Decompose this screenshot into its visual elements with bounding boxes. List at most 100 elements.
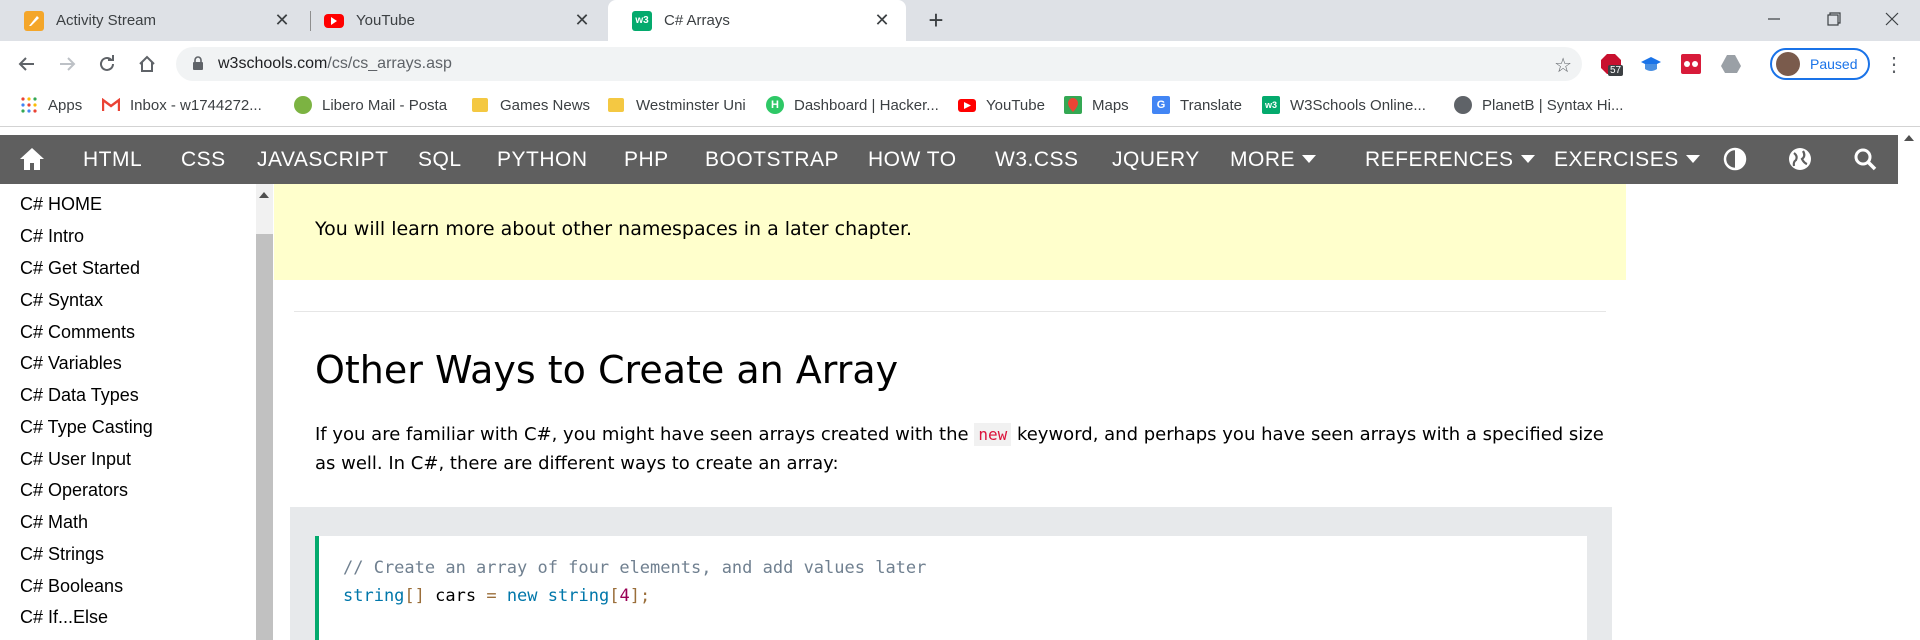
bookmarks-bar: Apps Inbox - w1744272... Libero Mail - P… xyxy=(0,87,1920,127)
nav-how-to[interactable]: HOW TO xyxy=(868,135,957,184)
page-scrollbar[interactable] xyxy=(1898,127,1920,640)
nav-python[interactable]: PYTHON xyxy=(497,135,588,184)
bookmark-star-icon[interactable]: ☆ xyxy=(1554,53,1572,78)
bookmark-folder-westminster[interactable]: Westminster Uni xyxy=(608,87,746,123)
sidebar-item-variables[interactable]: C# Variables xyxy=(20,353,122,374)
info-note: You will learn more about other namespac… xyxy=(274,184,1626,280)
profile-status: Paused xyxy=(1810,56,1858,72)
bookmark-label: PlanetB | Syntax Hi... xyxy=(1482,96,1624,114)
adblock-extension-icon[interactable]: 57 xyxy=(1600,53,1624,76)
bookmark-label: Westminster Uni xyxy=(636,96,746,114)
tab-title: YouTube xyxy=(356,12,415,29)
contrast-icon[interactable] xyxy=(1723,147,1749,173)
caret-down-icon xyxy=(1302,155,1316,163)
address-bar[interactable]: w3schools.com/cs/cs_arrays.asp ☆ xyxy=(176,47,1582,81)
nav-bootstrap[interactable]: BOOTSTRAP xyxy=(705,135,839,184)
w3schools-icon: w3 xyxy=(1262,96,1280,114)
nav-more[interactable]: MORE xyxy=(1230,135,1316,184)
profile-button[interactable]: Paused xyxy=(1770,48,1870,80)
nav-jquery[interactable]: JQUERY xyxy=(1112,135,1200,184)
nav-exercises[interactable]: EXERCISES xyxy=(1554,135,1700,184)
new-tab-button[interactable]: + xyxy=(922,6,950,34)
code-comment: // Create an array of four elements, and… xyxy=(343,558,927,578)
bookmark-label: Games News xyxy=(500,96,591,114)
tab-close-icon[interactable]: ✕ xyxy=(572,10,592,30)
restore-button[interactable] xyxy=(1806,0,1862,38)
home-button[interactable] xyxy=(132,49,162,79)
sidebar-item-math[interactable]: C# Math xyxy=(20,512,88,533)
bookmark-libero[interactable]: Libero Mail - Posta xyxy=(294,87,447,123)
mendeley-extension-icon[interactable] xyxy=(1680,53,1702,75)
globe-icon xyxy=(1454,96,1472,114)
bookmark-inbox[interactable]: Inbox - w1744272... xyxy=(102,87,262,123)
sidebar-scrollbar-thumb[interactable] xyxy=(256,234,273,640)
minimize-button[interactable] xyxy=(1746,0,1802,38)
bookmark-label: YouTube xyxy=(986,96,1045,114)
globe-icon[interactable] xyxy=(1788,147,1814,173)
bookmark-label: Libero Mail - Posta xyxy=(322,96,448,114)
tab-close-icon[interactable]: ✕ xyxy=(272,10,292,30)
bookmark-hackerrank[interactable]: H Dashboard | Hacker... xyxy=(766,87,939,123)
sidebar-item-operators[interactable]: C# Operators xyxy=(20,480,128,501)
tab-youtube[interactable]: YouTube ✕ xyxy=(300,0,606,41)
code-block: // Create an array of four elements, and… xyxy=(315,536,1587,640)
nav-html[interactable]: HTML xyxy=(83,135,142,184)
translate-icon: G xyxy=(1152,96,1170,114)
tab-csharp-arrays[interactable]: w3 C# Arrays ✕ xyxy=(608,0,906,41)
bookmark-label: Maps xyxy=(1092,96,1129,114)
sidebar-item-intro[interactable]: C# Intro xyxy=(20,226,84,247)
caret-down-icon xyxy=(1685,155,1700,163)
sidebar-item-data-types[interactable]: C# Data Types xyxy=(20,385,139,406)
nav-php[interactable]: PHP xyxy=(624,135,669,184)
sidebar-item-syntax[interactable]: C# Syntax xyxy=(20,290,103,311)
nav-sql[interactable]: SQL xyxy=(418,135,462,184)
sidebar-item-get-started[interactable]: C# Get Started xyxy=(20,258,140,279)
nav-references[interactable]: REFERENCES xyxy=(1365,135,1535,184)
browser-menu-icon[interactable]: ⋮ xyxy=(1884,52,1904,77)
folder-icon xyxy=(608,98,624,112)
search-icon[interactable] xyxy=(1853,147,1879,173)
url-text: w3schools.com/cs/cs_arrays.asp xyxy=(218,55,452,72)
scroll-up-arrow-icon[interactable] xyxy=(1904,135,1914,141)
sidebar-item-if-else[interactable]: C# If...Else xyxy=(20,607,108,628)
back-button[interactable] xyxy=(12,49,42,79)
bookmark-folder-games-news[interactable]: Games News xyxy=(472,87,590,123)
scroll-up-arrow-icon[interactable] xyxy=(259,192,269,198)
bookmark-label: W3Schools Online... xyxy=(1290,96,1426,114)
sidebar-item-booleans[interactable]: C# Booleans xyxy=(20,576,123,597)
bookmark-maps[interactable]: Maps xyxy=(1064,87,1129,123)
graduation-cap-extension-icon[interactable] xyxy=(1640,53,1662,75)
activity-stream-icon xyxy=(24,10,44,31)
bookmark-youtube[interactable]: YouTube xyxy=(958,87,1045,123)
youtube-icon xyxy=(324,13,344,28)
extension-badge: 57 xyxy=(1608,65,1624,76)
divider xyxy=(294,311,1606,312)
sidebar-item-comments[interactable]: C# Comments xyxy=(20,322,135,343)
avatar xyxy=(1776,52,1800,76)
sidebar-item-user-input[interactable]: C# User Input xyxy=(20,449,131,470)
nav-w3css[interactable]: W3.CSS xyxy=(995,135,1079,184)
code-line: string[] cars = new string[4]; xyxy=(343,586,651,606)
bookmark-translate[interactable]: G Translate xyxy=(1152,87,1242,123)
tab-activity-stream[interactable]: Activity Stream ✕ xyxy=(0,0,306,41)
nav-javascript[interactable]: JAVASCRIPT xyxy=(257,135,388,184)
home-icon[interactable] xyxy=(19,147,45,173)
forward-button[interactable] xyxy=(52,49,82,79)
tutorial-sidebar: C# HOME C# Intro C# Get Started C# Synta… xyxy=(0,184,256,640)
sidebar-item-strings[interactable]: C# Strings xyxy=(20,544,104,565)
google-drive-extension-icon[interactable] xyxy=(1720,53,1742,75)
sidebar-item-home[interactable]: C# HOME xyxy=(20,194,102,215)
tab-strip: Activity Stream ✕ YouTube ✕ w3 C# Arrays… xyxy=(0,0,1920,41)
bookmark-planetb[interactable]: PlanetB | Syntax Hi... xyxy=(1454,87,1623,123)
bookmark-w3schools[interactable]: w3 W3Schools Online... xyxy=(1262,87,1426,123)
reload-button[interactable] xyxy=(92,49,122,79)
sidebar-item-type-casting[interactable]: C# Type Casting xyxy=(20,417,153,438)
tab-close-icon[interactable]: ✕ xyxy=(872,10,892,30)
nav-css[interactable]: CSS xyxy=(181,135,226,184)
maps-icon xyxy=(1064,96,1082,114)
lock-icon xyxy=(192,56,204,76)
bookmark-apps[interactable]: Apps xyxy=(20,87,82,123)
section-paragraph: If you are familiar with C#, you might h… xyxy=(315,423,1604,474)
close-window-button[interactable] xyxy=(1864,0,1920,38)
browser-toolbar: w3schools.com/cs/cs_arrays.asp ☆ 57 Paus… xyxy=(0,41,1920,87)
